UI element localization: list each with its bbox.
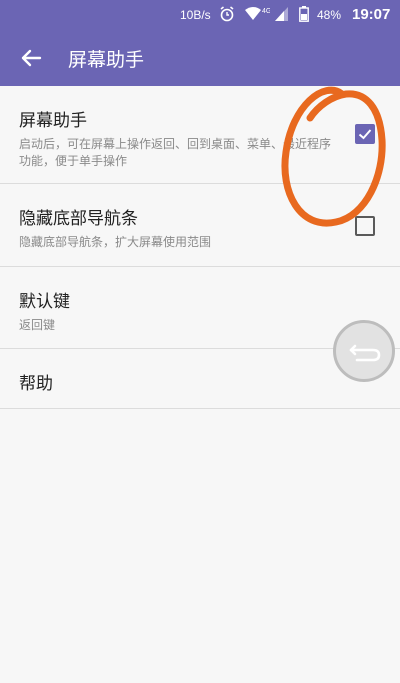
floating-assistant-button[interactable] bbox=[333, 320, 395, 382]
hide-navbar-checkbox[interactable] bbox=[355, 216, 375, 236]
setting-summary: 启动后，可在屏幕上操作返回、回到桌面、菜单、最近程序功能，便于单手操作 bbox=[19, 137, 332, 168]
network-speed: 10B/s bbox=[180, 8, 211, 22]
setting-screen-assistant[interactable]: 屏幕助手 启动后，可在屏幕上操作返回、回到桌面、菜单、最近程序功能，便于单手操作 bbox=[0, 86, 400, 184]
battery-percent: 48% bbox=[317, 8, 342, 22]
setting-title: 屏幕助手 bbox=[19, 111, 87, 131]
toolbar: 屏幕助手 bbox=[0, 30, 400, 86]
arrow-left-icon[interactable] bbox=[20, 48, 42, 72]
setting-title: 默认键 bbox=[19, 292, 70, 312]
battery-icon bbox=[299, 6, 309, 27]
clock: 19:07 bbox=[352, 6, 391, 23]
setting-title: 隐藏底部导航条 bbox=[19, 209, 138, 229]
wifi-icon: 4G bbox=[244, 5, 271, 28]
status-bar: 10B/s 4G 48% 19:07 bbox=[0, 0, 400, 30]
setting-hide-navbar[interactable]: 隐藏底部导航条 隐藏底部导航条，扩大屏幕使用范围 bbox=[0, 184, 400, 267]
return-arrow-icon bbox=[349, 344, 381, 362]
app-header: 10B/s 4G 48% 19:07 屏幕助手 bbox=[0, 0, 400, 86]
signal-icon bbox=[274, 6, 290, 27]
screen-assistant-checkbox[interactable] bbox=[355, 124, 375, 144]
setting-summary: 隐藏底部导航条，扩大屏幕使用范围 bbox=[19, 235, 212, 249]
setting-summary: 返回键 bbox=[19, 318, 56, 332]
network-type-label: 4G bbox=[262, 8, 270, 15]
check-icon bbox=[358, 129, 372, 140]
setting-title: 帮助 bbox=[19, 374, 53, 394]
page-title: 屏幕助手 bbox=[68, 49, 145, 71]
alarm-icon bbox=[219, 6, 235, 27]
